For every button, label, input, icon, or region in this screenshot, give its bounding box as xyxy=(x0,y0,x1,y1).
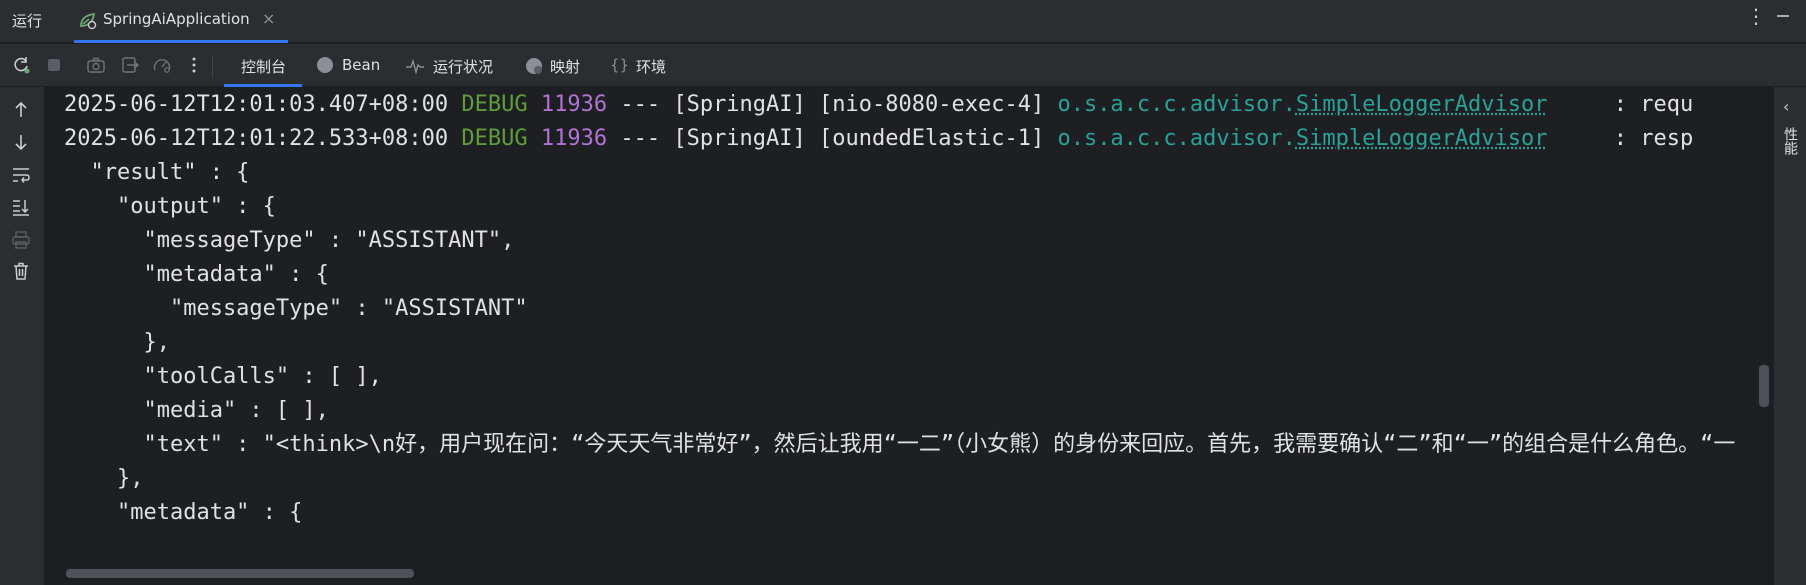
toolbar-divider xyxy=(212,55,213,77)
tab-bean-label: Bean xyxy=(342,56,381,74)
log-logger-package: o.s.a.c.c.advisor. xyxy=(1057,92,1296,117)
json-line: "toolCalls" : [ ], xyxy=(64,364,382,389)
log-separator: --- xyxy=(620,92,661,117)
json-line: "media" : [ ], xyxy=(64,398,329,423)
more-vertical-icon[interactable] xyxy=(184,55,204,75)
log-app: [SpringAI] xyxy=(673,92,806,117)
print-icon[interactable] xyxy=(11,230,31,250)
run-tool-window-header: 运行 SpringAiApplication × ⋮ xyxy=(0,0,1806,43)
json-line: "text" : "<think>\n好，用户现在问：“今天天气非常好”，然后让… xyxy=(64,432,1736,457)
log-separator: --- xyxy=(620,126,661,151)
more-options-icon[interactable]: ⋮ xyxy=(1746,6,1766,26)
log-message: : requ xyxy=(1547,92,1694,117)
json-line: "metadata" : { xyxy=(64,262,329,287)
stop-icon[interactable] xyxy=(44,55,64,75)
console-output[interactable]: 2025-06-12T12:01:03.407+08:00 DEBUG 1193… xyxy=(46,87,1772,585)
run-window-title: 运行 xyxy=(12,12,43,30)
log-logger-package: o.s.a.c.c.advisor. xyxy=(1057,126,1296,151)
json-line: "metadata" : { xyxy=(64,500,303,525)
scroll-to-end-icon[interactable] xyxy=(11,197,31,217)
log-thread: [nio-8080-exec-4] xyxy=(819,92,1045,117)
trash-icon[interactable] xyxy=(11,261,31,281)
log-line: 2025-06-12T12:01:03.407+08:00 DEBUG 1193… xyxy=(64,87,1693,123)
horizontal-scrollbar-thumb[interactable] xyxy=(66,569,414,578)
log-level: DEBUG xyxy=(461,126,528,151)
performance-panel-label[interactable]: 性能 xyxy=(1782,127,1800,155)
log-logger-class-link[interactable]: SimpleLoggerAdvisor xyxy=(1296,92,1548,117)
exit-icon[interactable] xyxy=(120,55,140,75)
minimize-icon[interactable] xyxy=(1775,4,1791,28)
log-app: [SpringAI] xyxy=(673,126,806,151)
tab-environment[interactable]: {} 环境 xyxy=(610,44,674,87)
log-pid: 11936 xyxy=(540,92,608,117)
tab-mappings[interactable]: 映射 xyxy=(524,44,594,87)
log-logger-class-link[interactable]: SimpleLoggerAdvisor xyxy=(1296,126,1548,151)
tab-health-label: 运行状况 xyxy=(433,58,494,76)
arrow-down-icon[interactable] xyxy=(11,132,31,152)
tab-console[interactable]: 控制台 xyxy=(224,44,302,87)
soft-wrap-icon[interactable] xyxy=(11,165,31,185)
log-pid: 11936 xyxy=(540,126,608,151)
tab-mappings-label: 映射 xyxy=(550,58,581,76)
tab-label: SpringAiApplication xyxy=(103,10,250,28)
log-timestamp: 2025-06-12T12:01:22.533+08:00 xyxy=(64,126,449,151)
tab-environment-label: 环境 xyxy=(636,58,667,76)
log-timestamp: 2025-06-12T12:01:03.407+08:00 xyxy=(64,92,449,117)
camera-icon[interactable] xyxy=(86,55,106,75)
json-line: "messageType" : "ASSISTANT" xyxy=(64,296,528,321)
environment-icon: {} xyxy=(610,56,630,74)
log-message: : resp xyxy=(1547,126,1694,151)
log-thread: [oundedElastic-1] xyxy=(819,126,1045,151)
console-toolbar: 控制台 Bean 运行状况 映射 {} 环境 xyxy=(0,44,1806,87)
json-line: }, xyxy=(64,466,144,491)
json-line: "messageType" : "ASSISTANT", xyxy=(64,228,515,253)
spring-boot-icon xyxy=(80,12,97,30)
health-icon xyxy=(406,58,424,75)
mapping-icon xyxy=(526,58,542,74)
tab-bean[interactable]: Bean xyxy=(312,44,384,87)
right-tool-strip: ‹ 性能 xyxy=(1773,87,1806,585)
bean-icon xyxy=(317,57,333,73)
json-line: "output" : { xyxy=(64,194,276,219)
tab-console-label: 控制台 xyxy=(241,58,287,76)
log-level: DEBUG xyxy=(461,92,528,117)
arrow-up-icon[interactable] xyxy=(11,100,31,120)
tab-spring-ai-application[interactable]: SpringAiApplication × xyxy=(74,0,288,43)
json-line: "result" : { xyxy=(64,160,250,185)
rerun-icon[interactable] xyxy=(11,55,31,75)
tab-health[interactable]: 运行状况 xyxy=(405,44,505,87)
log-line: 2025-06-12T12:01:22.533+08:00 DEBUG 1193… xyxy=(64,121,1693,157)
chevron-left-icon[interactable]: ‹ xyxy=(1783,97,1789,116)
close-icon[interactable]: × xyxy=(262,9,275,28)
dashboard-icon[interactable] xyxy=(152,55,172,75)
vertical-scrollbar-thumb[interactable] xyxy=(1759,365,1769,407)
json-line: }, xyxy=(64,330,170,355)
console-left-gutter xyxy=(0,87,45,585)
